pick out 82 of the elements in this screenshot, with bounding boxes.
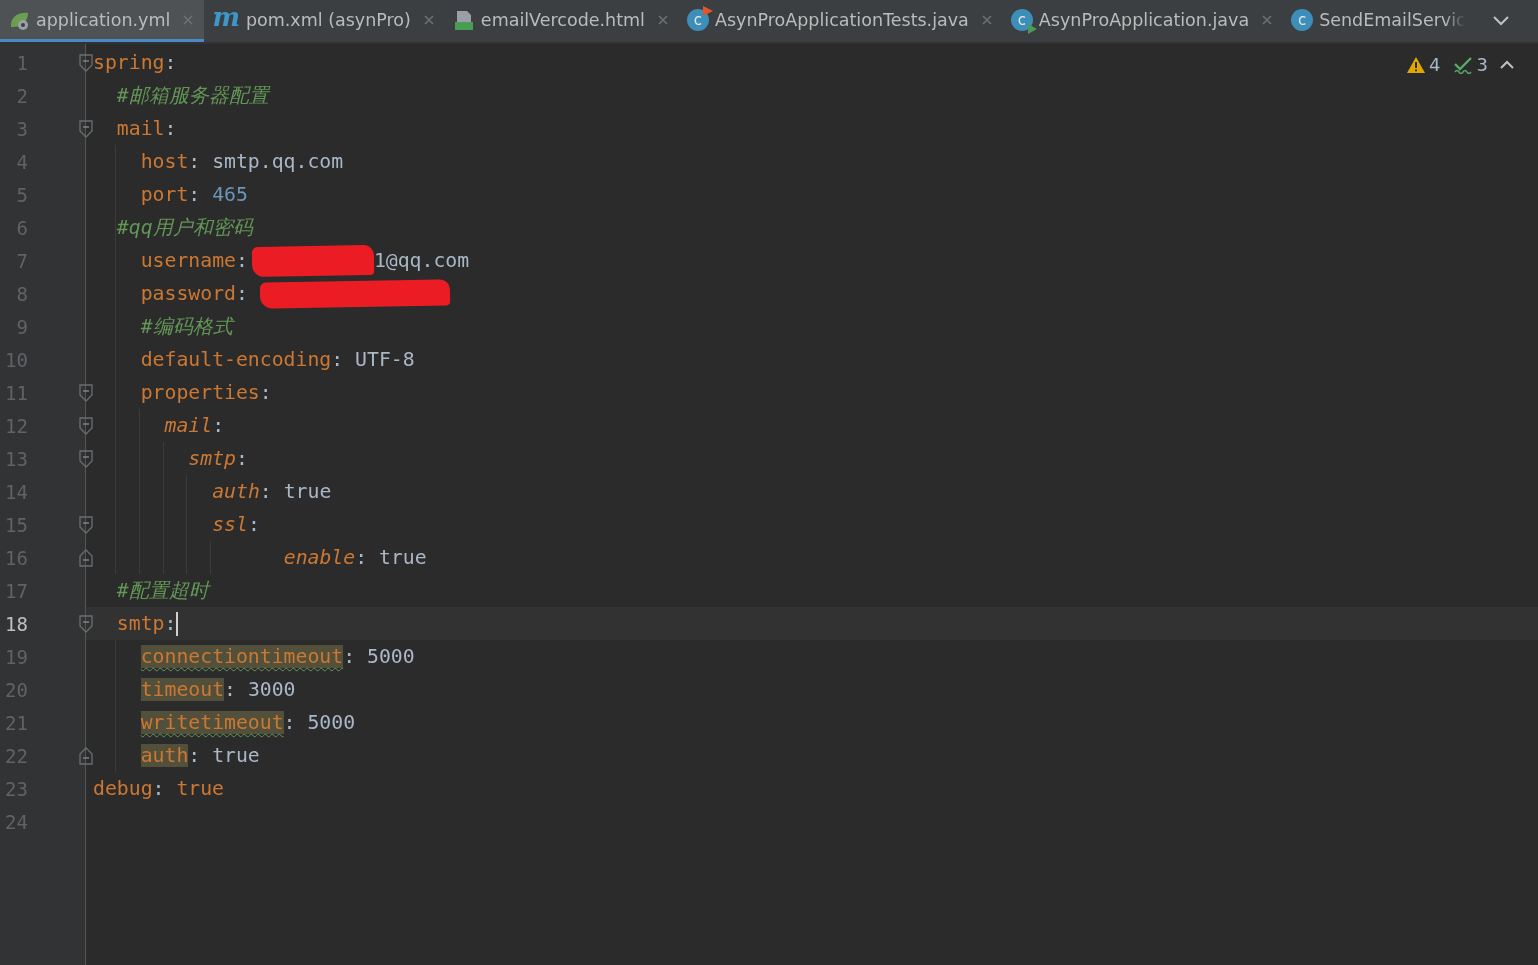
editor-tab[interactable]: application.yml [0,0,205,42]
close-icon[interactable] [182,13,195,26]
yaml-key: mail [116,117,165,140]
colon: : [343,645,356,668]
fold-icon[interactable] [79,614,93,633]
colon: : [188,183,201,206]
code-comment: #邮箱服务器配置 [116,83,269,109]
colon: : [259,381,272,404]
editor-tab[interactable]: c AsynProApplicationTests.java [678,0,1003,42]
yaml-key: smtp [116,612,165,635]
colon: : [164,612,177,635]
yaml-value: UTF-8 [355,348,415,371]
yaml-value: true [212,744,260,767]
close-icon[interactable] [1261,13,1274,26]
colon: : [188,744,201,767]
code-comment: #配置超时 [116,578,209,604]
colon: : [236,447,248,470]
yaml-value: 3000 [247,678,296,701]
code-comment: #编码格式 [140,314,233,340]
colon: : [164,51,177,74]
passed-count: 3 [1476,54,1488,75]
colon: : [259,480,272,503]
html-file-icon [452,8,475,31]
editor-tab[interactable]: emailVercode.html [444,0,679,42]
yaml-key: spring [93,51,165,74]
fold-icon[interactable] [79,119,93,138]
yaml-key: default-encoding [140,348,332,371]
yaml-key: username [140,249,236,272]
fold-icon[interactable] [79,515,93,534]
line-number: 18 [4,612,28,635]
check-icon[interactable] [1452,55,1473,74]
fold-icon[interactable] [79,383,93,402]
colon: : [212,414,225,437]
yaml-value: true [283,480,332,503]
yaml-key: ssl [212,513,248,536]
yaml-key: smtp [188,447,236,470]
yaml-key: enable [283,546,356,569]
colon: : [331,348,344,371]
editor-tab[interactable]: c AsynProApplication.java [1002,0,1284,42]
colon: : [188,150,201,173]
editor-tab[interactable]: m pom.xml (asynPro) [204,0,445,42]
yaml-key: auth [140,744,189,767]
chevron-up-icon[interactable] [1500,59,1514,70]
yaml-value: true [176,777,224,800]
colon: : [235,282,248,305]
yaml-key: debug [93,777,153,800]
yaml-key: host [140,150,189,173]
fold-icon[interactable] [79,53,93,72]
maven-icon: m [212,6,240,27]
fold-icon[interactable] [79,449,93,468]
class-icon: c [1291,8,1314,31]
yaml-key: properties [140,381,260,404]
colon: : [355,546,368,569]
colon: : [164,117,177,140]
yaml-key: port [140,183,189,206]
chevron-down-icon[interactable] [1492,15,1510,27]
yaml-key: writetimeout [140,711,284,734]
unfold-icon[interactable] [79,548,93,567]
code-comment: #qq用户和密码 [116,215,253,241]
yaml-value: 5000 [307,711,356,734]
colon: : [235,249,248,272]
warning-icon[interactable] [1407,56,1426,73]
colon: : [247,513,260,536]
yaml-key: auth [212,480,260,503]
yaml-value: true [379,546,427,569]
fold-icon[interactable] [79,416,93,435]
yaml-value: 5000 [366,645,415,668]
unfold-icon[interactable] [79,746,93,765]
yaml-key: timeout [140,678,225,701]
colon: : [152,777,165,800]
yaml-value: 465 [212,183,248,206]
yaml-key: mail [164,414,213,437]
yaml-value: 1@qq.com [373,249,470,272]
yaml-key: password [140,282,236,305]
yaml-value: smtp.qq.com [212,150,344,173]
close-icon[interactable] [422,13,435,26]
yaml-key: connectiontimeout [140,645,344,668]
close-icon[interactable] [980,13,993,26]
warning-count: 4 [1429,54,1441,75]
colon: : [283,711,296,734]
close-icon[interactable] [656,13,669,26]
colon: : [224,678,236,701]
